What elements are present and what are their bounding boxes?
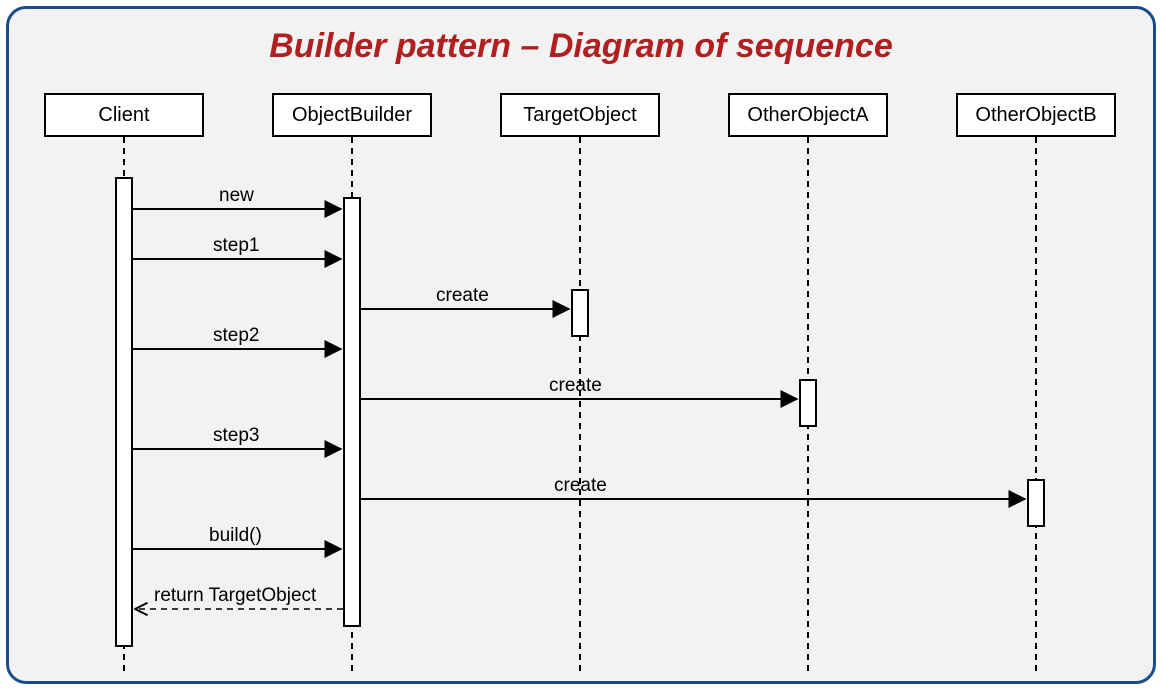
activation-client	[115, 177, 133, 647]
participant-other-a: OtherObjectA	[728, 93, 888, 137]
diagram-frame: Builder pattern – Diagram of sequence	[6, 6, 1156, 684]
msg-create1: create	[436, 285, 489, 307]
participant-other-b: OtherObjectB	[956, 93, 1116, 137]
participant-builder: ObjectBuilder	[272, 93, 432, 137]
msg-step1: step1	[213, 235, 259, 257]
diagram-canvas: Client ObjectBuilder TargetObject OtherO…	[9, 9, 1153, 681]
participant-target: TargetObject	[500, 93, 660, 137]
activation-target	[571, 289, 589, 337]
msg-new: new	[219, 185, 254, 207]
msg-build: build()	[209, 525, 262, 547]
activation-builder	[343, 197, 361, 627]
msg-return: return TargetObject	[154, 585, 316, 607]
activation-other-a	[799, 379, 817, 427]
activation-other-b	[1027, 479, 1045, 527]
msg-step3: step3	[213, 425, 259, 447]
msg-create3: create	[554, 475, 607, 497]
msg-create2: create	[549, 375, 602, 397]
participant-client: Client	[44, 93, 204, 137]
msg-step2: step2	[213, 325, 259, 347]
